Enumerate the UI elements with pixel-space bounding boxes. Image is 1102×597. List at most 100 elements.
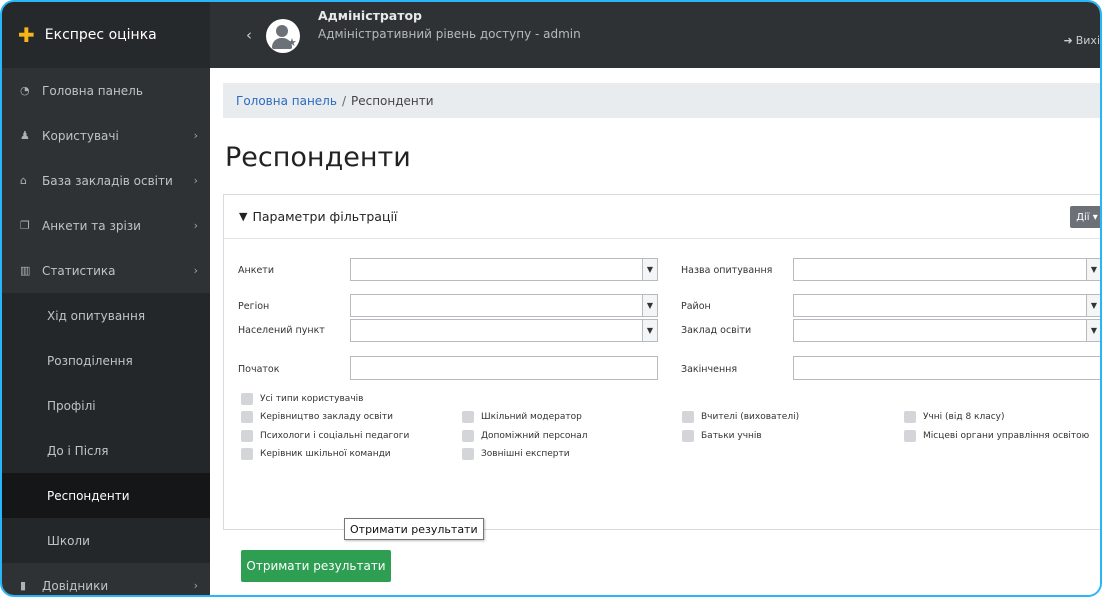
get-results-button[interactable]: Отримати результати (241, 550, 391, 582)
checkbox-label: Керівник шкільної команди (260, 449, 391, 459)
sidebar-subitem-distribution[interactable]: Розподілення (2, 338, 210, 383)
start-date-input[interactable] (350, 356, 658, 380)
sidebar-subitem-label: Школи (47, 533, 90, 548)
checkbox-box[interactable] (904, 430, 916, 442)
checkbox-label: Шкільний модератор (481, 412, 582, 422)
checkbox-label: Батьки учнів (701, 431, 762, 441)
region-select[interactable]: ▼ (350, 294, 658, 317)
sidebar-item-dashboard[interactable]: ◔ Головна панель (2, 68, 210, 113)
sidebar-item-label: Статистика (42, 263, 116, 278)
checkbox-box[interactable] (241, 411, 253, 423)
settlement-label: Населений пункт (238, 325, 325, 336)
checkbox-user-type[interactable]: Допоміжний персонал (462, 430, 588, 442)
dropdown-arrow-icon: ▼ (642, 320, 657, 341)
questionnaires-label: Анкети (238, 265, 275, 276)
checkbox-box[interactable] (462, 448, 474, 460)
chevron-right-icon: › (193, 264, 198, 277)
breadcrumb: Головна панель / Респонденти (223, 83, 1100, 118)
checkbox-box[interactable] (241, 393, 253, 405)
checkbox-box[interactable] (682, 411, 694, 423)
main-content: Головна панель / Респонденти Респонденти… (210, 68, 1100, 595)
institution-select[interactable]: ▼ (793, 319, 1100, 342)
user-role: Адміністративний рівень доступу - admin (318, 27, 581, 41)
sidebar-item-forms[interactable]: ❐ Анкети та зрізи › (2, 203, 210, 248)
get-results-label: Отримати результати (246, 559, 386, 573)
checkbox-label: Психологи і соціальні педагоги (260, 431, 410, 441)
sidebar-item-institutions[interactable]: ⌂ База закладів освіти › (2, 158, 210, 203)
end-date-input[interactable] (793, 356, 1100, 380)
checkbox-label: Вчителі (вихователі) (701, 412, 800, 422)
chevron-right-icon: › (193, 129, 198, 142)
page-title: Респонденти (225, 142, 411, 173)
brand[interactable]: ✚ Експрес оцінка (2, 2, 210, 68)
filter-panel-title: Параметри фільтрації (252, 209, 398, 224)
district-label: Район (681, 301, 711, 312)
checkbox-user-type[interactable]: Керівник шкільної команди (241, 448, 391, 460)
sidebar-subitem-before-after[interactable]: До і Після (2, 428, 210, 473)
checkbox-label: Місцеві органи управління освітою (923, 431, 1090, 441)
checkbox-label: Зовнішні експерти (481, 449, 570, 459)
start-date-label: Початок (238, 364, 280, 375)
breadcrumb-home-link[interactable]: Головна панель (236, 94, 337, 108)
sidebar-item-statistics[interactable]: ▥ Статистика › (2, 248, 210, 293)
checkbox-user-type[interactable]: Вчителі (вихователі) (682, 411, 799, 423)
sidebar-subitem-profiles[interactable]: Профілі (2, 383, 210, 428)
checkbox-box[interactable] (241, 430, 253, 442)
checkbox-box[interactable] (462, 430, 474, 442)
sidebar-subitem-label: До і Після (47, 443, 109, 458)
institution-label: Заклад освіти (681, 325, 752, 336)
dropdown-arrow-icon: ▼ (1086, 320, 1100, 341)
filter-panel: ▼ Параметри фільтрації Дії ▾ Анкети ▼ На… (223, 194, 1100, 582)
checkbox-box[interactable] (462, 411, 474, 423)
user-avatar-icon[interactable]: ★ (266, 19, 300, 53)
filter-icon: ▼ (239, 210, 248, 223)
sidebar-item-label: Анкети та зрізи (42, 218, 141, 233)
user-icon: ♟ (20, 129, 30, 142)
logout-icon: ➜ (1063, 34, 1073, 47)
checkbox-user-type[interactable]: Психологи і соціальні педагоги (241, 430, 409, 442)
sidebar-item-handbooks[interactable]: ▮ Довідники › (2, 563, 210, 595)
checkbox-user-type[interactable]: Учні (від 8 класу) (904, 411, 1005, 423)
checkbox-label: Учні (від 8 класу) (923, 412, 1005, 422)
top-bar: ✚ Експрес оцінка ‹ ★ Адміністратор Адмін… (2, 2, 1100, 68)
logout-link[interactable]: ➜ Вихі (1064, 34, 1100, 47)
sidebar-subitem-progress[interactable]: Хід опитування (2, 293, 210, 338)
sidebar-subitem-label: Розподілення (47, 353, 133, 368)
dropdown-arrow-icon: ▼ (642, 259, 657, 280)
brand-title: Експрес оцінка (44, 27, 157, 43)
sidebar-item-label: Користувачі (42, 128, 119, 143)
checkbox-user-type[interactable]: Шкільний модератор (462, 411, 582, 423)
survey-name-select[interactable]: ▼ (793, 258, 1100, 281)
sidebar-subitem-respondents[interactable]: Респонденти (2, 473, 210, 518)
chevron-right-icon: › (193, 219, 198, 232)
actions-label: Дії (1076, 211, 1090, 223)
actions-dropdown-button[interactable]: Дії ▾ (1070, 206, 1100, 228)
book-icon: ▮ (20, 579, 27, 592)
sidebar-subitem-schools[interactable]: Школи (2, 518, 210, 563)
forms-icon: ❐ (20, 219, 30, 232)
checkbox-box[interactable] (682, 430, 694, 442)
checkbox-user-type[interactable]: Зовнішні експерти (462, 448, 570, 460)
dropdown-arrow-icon: ▼ (1086, 295, 1100, 316)
region-label: Регіон (238, 301, 270, 312)
end-date-label: Закінчення (681, 364, 738, 375)
checkbox-user-type[interactable]: Керівництво закладу освіти (241, 411, 393, 423)
district-select[interactable]: ▼ (793, 294, 1100, 317)
checkbox-box[interactable] (904, 411, 916, 423)
survey-name-label: Назва опитування (681, 265, 773, 276)
user-name: Адміністратор (318, 8, 423, 23)
checkbox-label: Усі типи користувачів (260, 394, 364, 404)
questionnaires-select[interactable]: ▼ (350, 258, 658, 281)
chevron-right-icon: › (193, 579, 198, 592)
chevron-left-icon[interactable]: ‹ (246, 26, 252, 44)
checkbox-user-type[interactable]: Батьки учнів (682, 430, 762, 442)
sidebar-item-label: База закладів освіти (42, 173, 173, 188)
dashboard-icon: ◔ (20, 84, 30, 97)
sidebar-item-users[interactable]: ♟ Користувачі › (2, 113, 210, 158)
chevron-right-icon: › (193, 174, 198, 187)
checkbox-label: Керівництво закладу освіти (260, 412, 393, 422)
checkbox-all-user-types[interactable]: Усі типи користувачів (241, 393, 363, 405)
checkbox-user-type[interactable]: Місцеві органи управління освітою (904, 430, 1089, 442)
settlement-select[interactable]: ▼ (350, 319, 658, 342)
checkbox-box[interactable] (241, 448, 253, 460)
